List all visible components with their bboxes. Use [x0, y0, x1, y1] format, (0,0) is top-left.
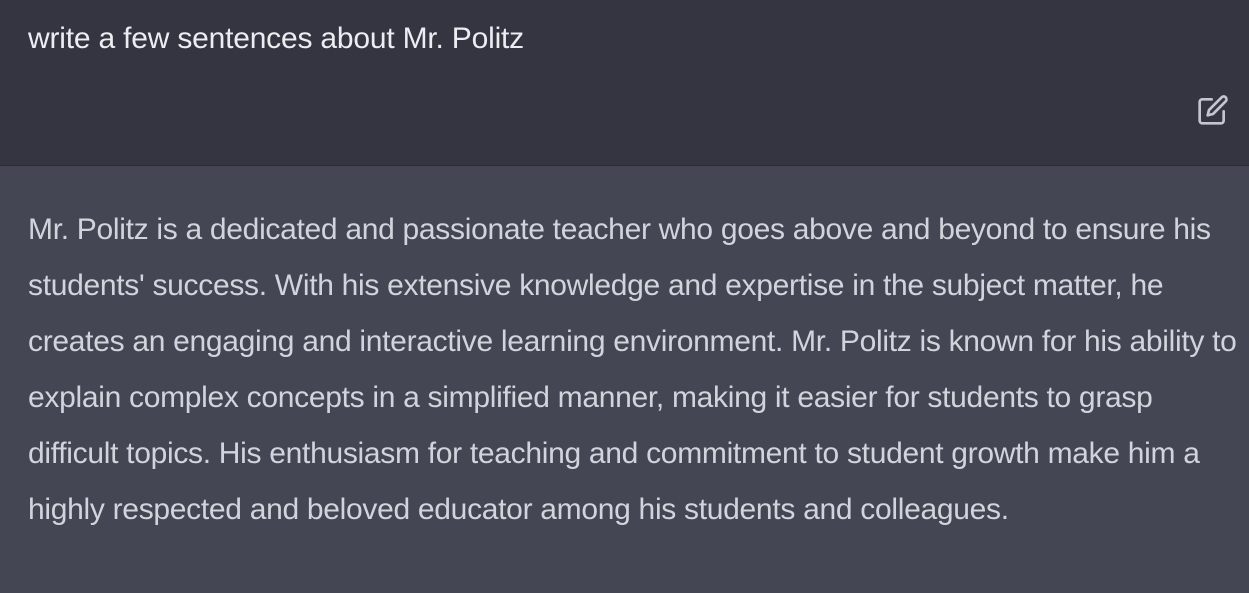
edit-icon — [1197, 94, 1229, 126]
assistant-message-row: Mr. Politz is a dedicated and passionate… — [0, 166, 1249, 593]
user-message-row: write a few sentences about Mr. Politz — [0, 0, 1249, 166]
assistant-message-text: Mr. Politz is a dedicated and passionate… — [28, 213, 1237, 526]
assistant-message: Mr. Politz is a dedicated and passionate… — [28, 202, 1243, 538]
edit-message-button[interactable] — [1194, 91, 1232, 129]
user-message-text: write a few sentences about Mr. Politz — [28, 22, 524, 55]
